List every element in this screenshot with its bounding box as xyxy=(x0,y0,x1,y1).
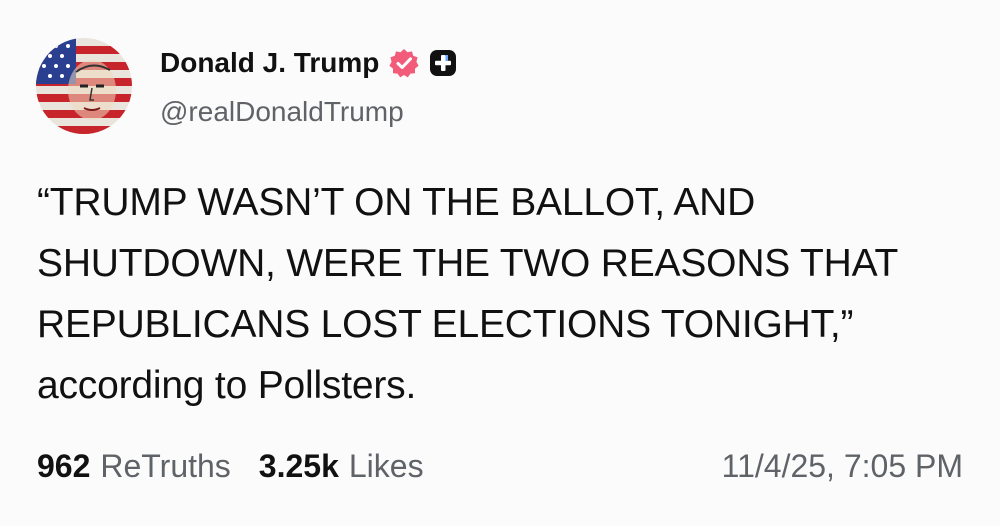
likes-stat[interactable]: 3.25k Likes xyxy=(259,448,424,485)
likes-label: Likes xyxy=(348,448,424,484)
author-handle[interactable]: @realDonaldTrump xyxy=(160,96,404,128)
truth-plus-icon xyxy=(429,49,457,77)
post-text-line: REPUBLICANS LOST ELECTIONS TONIGHT,” xyxy=(37,303,854,346)
post-text-line: “TRUMP WASN’T ON THE BALLOT, AND xyxy=(37,181,756,224)
post-timestamp[interactable]: 11/4/25, 7:05 PM xyxy=(722,448,963,485)
verified-badge-icon xyxy=(389,48,419,78)
author-name-row: Donald J. Trump xyxy=(160,44,457,82)
post-text-line: according to Pollsters. xyxy=(37,364,417,407)
author-display-name[interactable]: Donald J. Trump xyxy=(160,47,379,79)
post-stats: 962 ReTruths 3.25k Likes xyxy=(37,448,424,485)
flag-portrait-avatar xyxy=(36,38,132,134)
likes-count: 3.25k xyxy=(258,448,339,484)
post-text: “TRUMP WASN’T ON THE BALLOT, AND SHUTDOW… xyxy=(37,172,977,416)
retruths-count: 962 xyxy=(37,448,91,484)
retruths-label: ReTruths xyxy=(100,448,231,484)
post-card: Donald J. Trump @realDonaldTrump “TRUMP … xyxy=(0,0,1000,526)
post-text-line: SHUTDOWN, WERE THE TWO REASONS THAT xyxy=(37,242,899,285)
avatar[interactable] xyxy=(36,38,132,134)
retruths-stat[interactable]: 962 ReTruths xyxy=(37,448,231,485)
